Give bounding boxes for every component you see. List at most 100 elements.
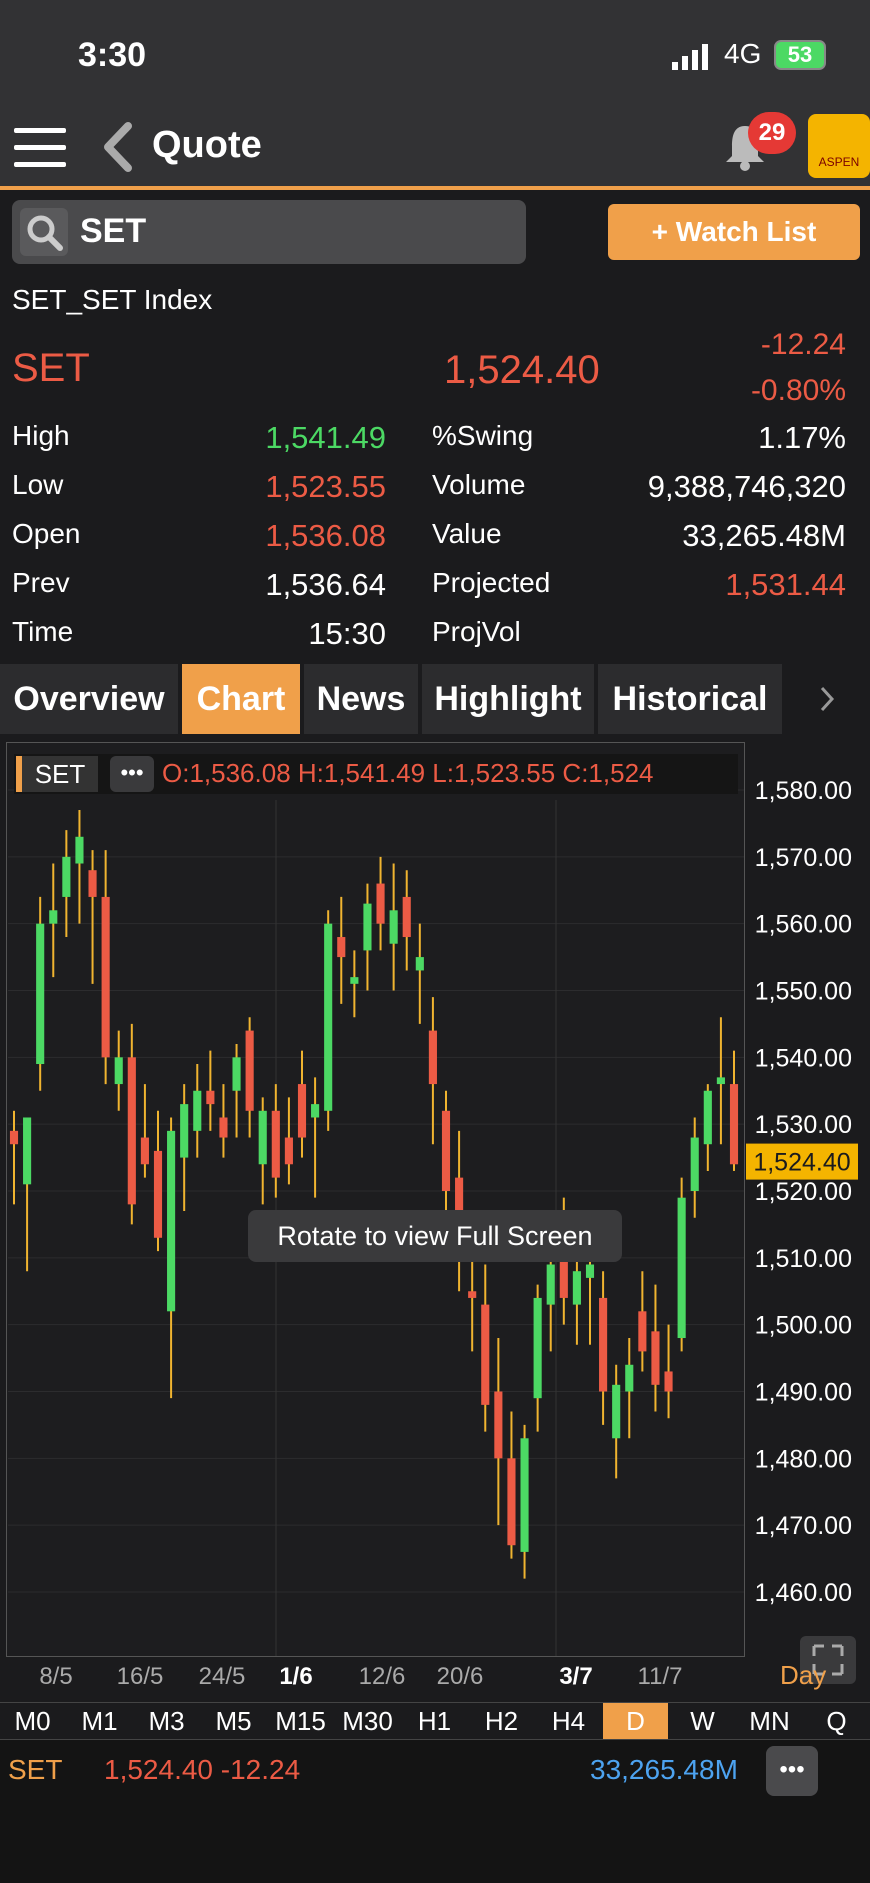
timeframe-q[interactable]: Q [804,1703,869,1739]
tab-overview[interactable]: Overview [0,664,178,734]
ohlc-readout: O:1,536.08 H:1,541.49 L:1,523.55 C:1,524 [162,758,654,788]
candle-body [415,957,424,971]
candle-body [716,1077,725,1085]
y-tick-label: 1,570.00 [755,844,852,872]
candle-body [297,1084,307,1138]
stat-label: Value [432,518,502,549]
timeframe-m3[interactable]: M3 [134,1703,199,1739]
stat-value: 1,531.44 [725,567,846,602]
stat-label: Time [12,616,74,647]
y-tick-label: 1,550.00 [755,978,852,1006]
candle-body [507,1458,516,1546]
candle-body [677,1197,686,1339]
y-tick-label: 1,520.00 [755,1178,852,1206]
candle-body [664,1371,673,1392]
candle-body [232,1057,241,1091]
stat-value: 1.17% [758,420,846,455]
price-change: -12.24 [760,328,846,361]
status-bar: 3:30 4G 53 [0,0,870,110]
last-price-tag-label: 1,524.40 [753,1149,850,1177]
y-tick-label: 1,580.00 [755,777,852,805]
candle-body [363,903,372,951]
page-title: Quote [152,124,262,166]
candle-body [75,836,84,864]
timeframe-h2[interactable]: H2 [469,1703,534,1739]
candle-body [350,977,359,984]
candle-body [625,1364,634,1392]
candle-body [690,1137,699,1191]
timeframe-m15[interactable]: M15 [268,1703,333,1739]
timeframe-h4[interactable]: H4 [536,1703,601,1739]
stat-label: Prev [12,567,70,598]
timeframe-m0[interactable]: M0 [0,1703,65,1739]
tab-historical[interactable]: Historical [598,664,782,734]
tab-news[interactable]: News [304,664,418,734]
y-tick-label: 1,470.00 [755,1512,852,1540]
x-tick-label: 8/5 [39,1663,72,1690]
x-tick-label: 20/6 [437,1663,484,1690]
tab-chart[interactable]: Chart [182,664,300,734]
aspen-logo[interactable]: ASPEN [808,114,870,178]
candle-body [703,1090,712,1145]
timeframe-mn[interactable]: MN [737,1703,802,1739]
x-tick-label: 1/6 [279,1663,312,1690]
stat-value: 9,388,746,320 [647,469,846,504]
y-tick-label: 1,510.00 [755,1245,852,1273]
search-value: SET [80,212,147,250]
candle-body [337,937,346,958]
candle-body [585,1264,595,1278]
candle-body [62,856,71,897]
candle-body [206,1090,215,1105]
candle-body [441,1110,451,1191]
chart-more-button[interactable]: ••• [110,756,154,792]
candle-body [612,1384,621,1439]
ticker-more-button[interactable]: ••• [766,1746,818,1796]
back-chevron-icon[interactable] [100,122,136,172]
candle-body [389,910,398,944]
stat-value: 1,536.08 [265,518,386,553]
tabs-next-icon[interactable] [786,664,870,734]
add-watchlist-button[interactable]: + Watch List [608,204,860,260]
notification-badge[interactable]: 29 [748,112,796,154]
network-label: 4G [724,38,762,69]
symbol-label: SET [12,346,90,390]
candle-body [599,1297,608,1392]
candle-body [402,896,411,938]
y-tick-label: 1,530.00 [755,1111,852,1139]
stat-label: ProjVol [432,616,521,647]
candle-body [520,1438,529,1552]
candle-body [258,1110,267,1165]
candle-body [546,1264,555,1305]
chart-symbol-chip[interactable]: SET [16,756,98,792]
candle-body [36,923,45,1065]
menu-icon[interactable] [14,126,66,170]
candle-body [219,1117,228,1138]
timeframe-m30[interactable]: M30 [335,1703,400,1739]
timeframe-d[interactable]: D [603,1703,668,1739]
candle-body [572,1271,581,1305]
x-tick-label: 11/7 [638,1663,683,1690]
candle-body [729,1084,739,1165]
candle-body [651,1331,660,1385]
candle-body [153,1150,163,1238]
timeframe-w[interactable]: W [670,1703,735,1739]
timeframe-bar: M0 M1 M3 M5 M15 M30 H1 H2 H4 D W MN Q [0,1702,870,1740]
stat-label: Projected [432,567,551,598]
tab-highlight[interactable]: Highlight [422,664,594,734]
timeframe-h1[interactable]: H1 [402,1703,467,1739]
y-tick-label: 1,540.00 [755,1044,852,1072]
candle-body [245,1030,254,1111]
candle-body [638,1311,647,1352]
candle-body [101,896,110,1058]
ticker-symbol: SET [8,1754,63,1785]
y-tick-label: 1,480.00 [755,1445,852,1473]
timeframe-m5[interactable]: M5 [201,1703,266,1739]
timeframe-m1[interactable]: M1 [67,1703,132,1739]
period-label: Day [780,1660,827,1690]
rotate-hint-toast: Rotate to view Full Screen [248,1210,622,1262]
battery-icon: 53 [774,40,826,70]
candle-body [468,1291,477,1298]
candle-body [9,1130,19,1145]
search-input[interactable]: SET [12,200,526,264]
candle-body [140,1137,149,1165]
